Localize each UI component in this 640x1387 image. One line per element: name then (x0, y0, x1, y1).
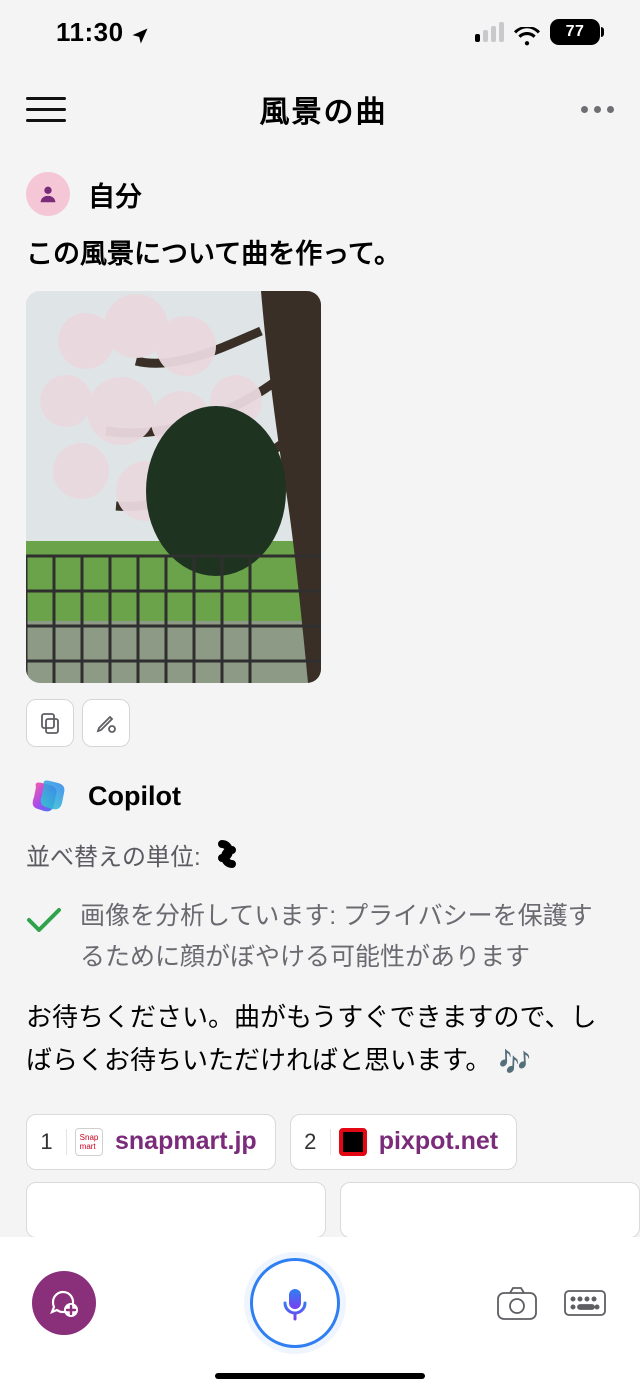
status-right: 77 (475, 19, 600, 45)
source-domain: snapmart.jp (111, 1127, 275, 1156)
mic-button[interactable] (250, 1258, 340, 1348)
source-4[interactable]: . (340, 1182, 640, 1238)
input-mode-actions (494, 1283, 608, 1323)
source-index: 2 (291, 1129, 331, 1155)
home-indicator[interactable] (215, 1373, 425, 1379)
source-domain: pixpot.net (375, 1127, 516, 1156)
wait-text: お待ちください。曲がもうすぐできますので、しばらくお待ちいただければと思います。… (26, 996, 614, 1084)
more-button[interactable] (581, 106, 614, 113)
sort-label: 並べ替えの単位: (26, 837, 201, 872)
camera-button[interactable] (494, 1283, 540, 1323)
status-time: 11:30 (56, 17, 124, 48)
analysis-row: 画像を分析しています: プライバシーを保護するために顔がぼやける可能性があります (26, 896, 614, 979)
suno-icon (213, 840, 241, 868)
user-header: 自分 (26, 172, 614, 216)
bottom-bar (0, 1237, 640, 1387)
source-3[interactable]: . (26, 1182, 326, 1238)
copilot-avatar (26, 775, 70, 819)
user-name: 自分 (88, 175, 142, 214)
cellular-icon (475, 22, 504, 42)
message-actions (26, 699, 614, 747)
wifi-icon (514, 22, 540, 42)
check-icon (26, 906, 62, 939)
edit-button[interactable] (82, 699, 130, 747)
source-2[interactable]: 2 pixpot.net (290, 1114, 517, 1170)
source-index: 1 (27, 1129, 67, 1155)
favicon-pixpot (339, 1128, 367, 1156)
menu-button[interactable] (26, 97, 66, 122)
new-chat-button[interactable] (32, 1271, 96, 1335)
favicon-snapmart: Snapmart (75, 1128, 103, 1156)
battery-icon: 77 (550, 19, 600, 45)
page-title: 風景の曲 (260, 87, 388, 131)
conversation: 自分 この風景について曲を作って。 (0, 154, 640, 1238)
source-1[interactable]: 1 Snapmart snapmart.jp (26, 1114, 276, 1170)
status-time-group: 11:30 (56, 17, 150, 48)
copy-button[interactable] (26, 699, 74, 747)
location-icon (130, 22, 150, 42)
user-message: この風景について曲を作って。 (26, 234, 614, 275)
attached-image[interactable] (26, 291, 321, 683)
battery-level: 77 (550, 19, 600, 45)
music-notes-icon: 🎶 (499, 1047, 531, 1077)
assistant-header: Copilot (26, 775, 614, 819)
sort-unit-row: 並べ替えの単位: (26, 837, 614, 872)
user-avatar (26, 172, 70, 216)
sources-row-partial: . . (26, 1182, 614, 1238)
sources-row: 1 Snapmart snapmart.jp 2 pixpot.net (26, 1114, 614, 1170)
app-header: 風景の曲 (0, 64, 640, 154)
analysis-text: 画像を分析しています: プライバシーを保護するために顔がぼやける可能性があります (80, 896, 614, 979)
keyboard-button[interactable] (562, 1283, 608, 1323)
status-bar: 11:30 77 (0, 0, 640, 64)
assistant-name: Copilot (88, 781, 181, 812)
